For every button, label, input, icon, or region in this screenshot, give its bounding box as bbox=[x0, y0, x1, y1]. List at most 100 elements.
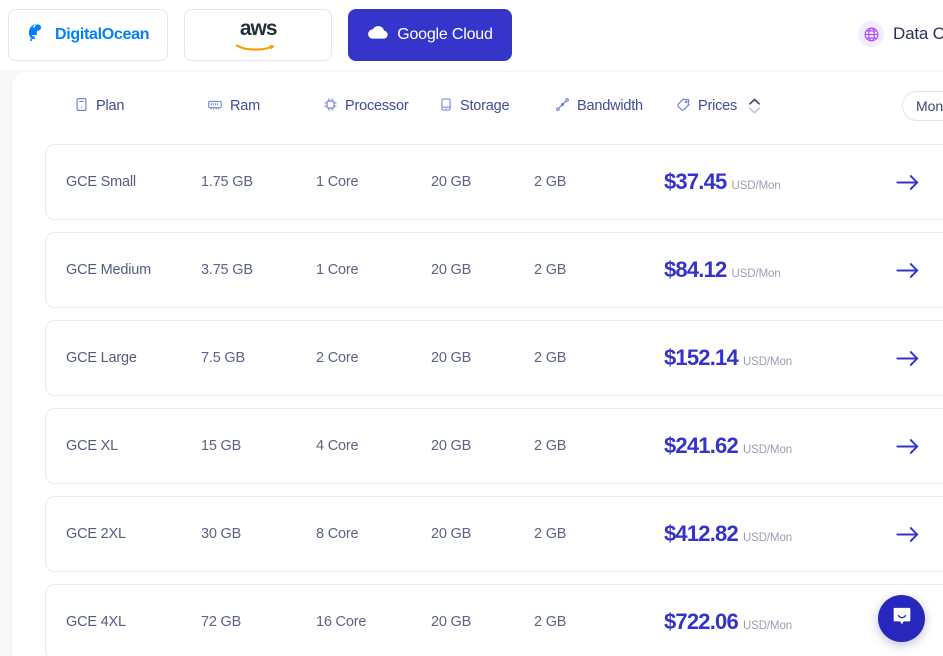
column-header-plan[interactable]: Plan bbox=[74, 97, 124, 116]
cell-processor: 4 Core bbox=[316, 438, 359, 454]
cell-price: $37.45 USD/Mon bbox=[664, 169, 781, 195]
price-unit: USD/Mon bbox=[742, 532, 793, 544]
table-row[interactable]: GCE 2XL 30 GB 8 Core 20 GB 2 GB $412.82 USD/Mo… bbox=[45, 496, 943, 572]
cell-bandwidth: 2 GB bbox=[534, 526, 567, 542]
intercom-chat-icon bbox=[891, 605, 913, 632]
datacenter-selector[interactable]: Data Ce bbox=[858, 21, 943, 47]
memory-stick-icon bbox=[207, 97, 223, 116]
cell-processor: 1 Core bbox=[316, 262, 359, 278]
row-details-arrow-button[interactable] bbox=[896, 350, 920, 367]
cell-bandwidth: 2 GB bbox=[534, 614, 567, 630]
provider-tab-bar: DigitalOcean aws Google Cloud bbox=[0, 0, 943, 70]
cell-plan: GCE Small bbox=[66, 174, 136, 190]
cell-storage: 20 GB bbox=[431, 350, 472, 366]
cell-storage: 20 GB bbox=[431, 438, 472, 454]
digitalocean-logo-icon bbox=[27, 22, 48, 48]
price-sort-toggle[interactable] bbox=[749, 98, 761, 114]
column-header-storage[interactable]: Storage bbox=[439, 97, 510, 116]
price-amount: $722.06 bbox=[664, 609, 739, 634]
cell-processor: 8 Core bbox=[316, 526, 359, 542]
table-row[interactable]: GCE XL 15 GB 4 Core 20 GB 2 GB $241.62 USD/Mon bbox=[45, 408, 943, 484]
cell-ram: 72 GB bbox=[201, 614, 242, 630]
aws-logo-icon: aws bbox=[235, 17, 281, 51]
cell-storage: 20 GB bbox=[431, 262, 472, 278]
provider-tab-google-cloud[interactable]: Google Cloud bbox=[348, 9, 512, 61]
cell-price: $241.62 USD/Mon bbox=[664, 433, 792, 459]
provider-tab-digitalocean[interactable]: DigitalOcean bbox=[8, 9, 169, 61]
price-unit: USD/Mon bbox=[731, 180, 781, 192]
cell-price: $152.14 USD/Mon bbox=[664, 345, 792, 371]
cell-storage: 20 GB bbox=[431, 614, 472, 630]
cell-plan: GCE 4XL bbox=[66, 614, 126, 630]
plan-rows-list: GCE Small 1.75 GB 1 Core 20 GB 2 GB $37.45 USD… bbox=[45, 144, 943, 656]
provider-tab-aws[interactable]: aws bbox=[184, 9, 333, 61]
price-unit: USD/Mon bbox=[742, 620, 793, 632]
cell-price: $84.12 USD/Mon bbox=[664, 257, 781, 283]
price-unit: USD/Mon bbox=[731, 268, 781, 280]
cell-ram: 1.75 GB bbox=[201, 174, 253, 190]
column-header-label: Prices bbox=[698, 98, 738, 114]
cell-plan: GCE XL bbox=[66, 438, 118, 454]
cell-ram: 3.75 GB bbox=[201, 262, 253, 278]
cell-plan: GCE Medium bbox=[66, 262, 152, 278]
server-icon bbox=[74, 97, 89, 116]
price-amount: $412.82 bbox=[664, 521, 739, 546]
price-amount: $37.45 bbox=[664, 169, 727, 194]
cell-ram: 15 GB bbox=[201, 438, 242, 454]
cell-bandwidth: 2 GB bbox=[534, 262, 567, 278]
cell-price: $412.82 USD/Mon bbox=[664, 521, 792, 547]
price-amount: $152.14 bbox=[664, 345, 739, 370]
cell-storage: 20 GB bbox=[431, 174, 472, 190]
datacenter-label: Data Ce bbox=[893, 24, 943, 43]
intercom-chat-launcher[interactable] bbox=[878, 595, 925, 642]
price-tag-icon bbox=[676, 97, 691, 116]
cell-ram: 30 GB bbox=[201, 526, 242, 542]
sort-ascending-icon bbox=[749, 98, 761, 105]
price-amount: $84.12 bbox=[664, 257, 727, 282]
billing-period-select[interactable]: Monthly bbox=[901, 91, 943, 121]
provider-tab-label-cloud: Cloud bbox=[451, 26, 493, 43]
row-details-arrow-button[interactable] bbox=[896, 526, 920, 543]
billing-period-value: Monthly bbox=[915, 98, 943, 114]
table-row[interactable]: GCE Small 1.75 GB 1 Core 20 GB 2 GB $37.45 USD… bbox=[45, 144, 943, 220]
google-cloud-logo-icon bbox=[367, 24, 389, 46]
table-row[interactable]: GCE Medium 3.75 GB 1 Core 20 GB 2 GB $84.12 US… bbox=[45, 232, 943, 308]
cell-plan: GCE Large bbox=[66, 350, 137, 366]
cell-price: $722.06 USD/Mon bbox=[664, 609, 792, 635]
column-header-bandwidth[interactable]: Bandwidth bbox=[555, 97, 643, 116]
column-header-ram[interactable]: Ram bbox=[207, 97, 260, 116]
price-unit: USD/Mon bbox=[742, 444, 793, 456]
column-header-prices[interactable]: Prices bbox=[676, 97, 761, 116]
cell-processor: 1 Core bbox=[316, 174, 359, 190]
pricing-comparison-page: DigitalOcean aws Google Cloud Data C Pla… bbox=[0, 0, 943, 656]
sort-descending-icon bbox=[749, 107, 761, 114]
column-header-label: Storage bbox=[460, 98, 510, 114]
cpu-chip-icon bbox=[323, 97, 338, 116]
cell-storage: 20 GB bbox=[431, 526, 472, 542]
cell-bandwidth: 2 GB bbox=[534, 174, 567, 190]
row-details-arrow-button[interactable] bbox=[896, 262, 920, 279]
cell-bandwidth: 2 GB bbox=[534, 438, 567, 454]
table-row[interactable]: GCE Large 7.5 GB 2 Core 20 GB 2 GB $152.14 USD… bbox=[45, 320, 943, 396]
cell-ram: 7.5 GB bbox=[201, 350, 245, 366]
cell-processor: 16 Core bbox=[316, 614, 367, 630]
price-unit: USD/Mon bbox=[742, 356, 793, 368]
column-header-label: Processor bbox=[345, 98, 409, 114]
column-header-processor[interactable]: Processor bbox=[323, 97, 409, 116]
table-row[interactable]: GCE 4XL 72 GB 16 Core 20 GB 2 GB $722.06 USD/M… bbox=[45, 584, 943, 656]
table-header-row: Plan Ram Processor Storage Bandwidth Pri… bbox=[45, 72, 943, 140]
row-details-arrow-button[interactable] bbox=[896, 438, 920, 455]
cell-processor: 2 Core bbox=[316, 350, 359, 366]
price-amount: $241.62 bbox=[664, 433, 739, 458]
column-header-label: Plan bbox=[96, 98, 125, 114]
column-header-label: Bandwidth bbox=[577, 98, 643, 114]
provider-tab-label: DigitalOcean bbox=[55, 26, 150, 43]
row-details-arrow-button[interactable] bbox=[896, 174, 920, 191]
provider-tab-label: aws bbox=[239, 17, 278, 40]
cell-plan: GCE 2XL bbox=[66, 526, 126, 542]
network-graph-icon bbox=[555, 97, 570, 116]
column-header-label: Ram bbox=[230, 98, 261, 114]
cell-bandwidth: 2 GB bbox=[534, 350, 567, 366]
hard-drive-icon bbox=[439, 97, 453, 116]
pricing-panel: Plan Ram Processor Storage Bandwidth Pri… bbox=[12, 72, 943, 656]
